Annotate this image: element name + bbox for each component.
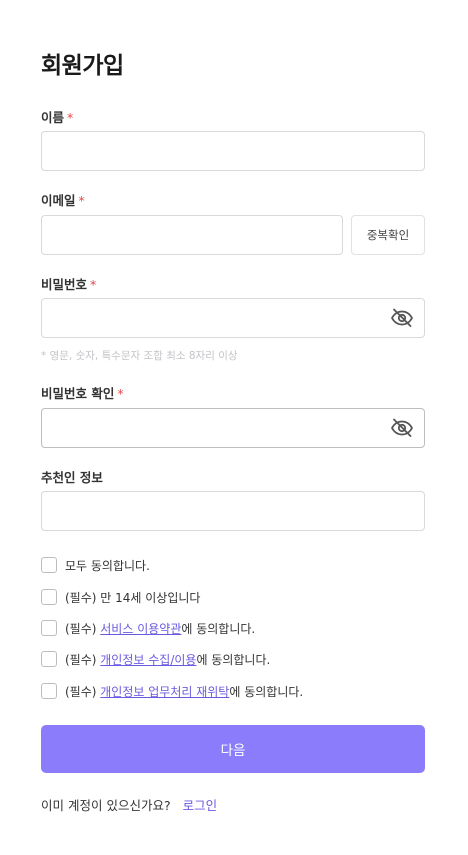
name-input[interactable] (41, 131, 425, 171)
password-confirm-label: 비밀번호 확인 * (41, 383, 124, 402)
agree-terms-suffix: 에 동의합니다. (181, 621, 256, 636)
password-hint: * 영문, 숫자, 특수문자 조합 최소 8자리 이상 (41, 350, 238, 362)
agree-age-row: (필수) 만 14세 이상입니다 (41, 588, 200, 606)
email-label-text: 이메일 (41, 193, 76, 208)
referral-label: 추천인 정보 (41, 467, 103, 486)
privacy-link[interactable]: 개인정보 수집/이용 (100, 651, 196, 668)
agree-age-checkbox[interactable] (41, 589, 57, 605)
agree-privacy-checkbox[interactable] (41, 651, 57, 667)
agree-privacy-prefix: (필수) (65, 652, 101, 667)
agree-terms-checkbox[interactable] (41, 620, 57, 636)
signup-page: 회원가입 이름 * 이메일 * 중복확인 비밀번호 * * 영문, 숫자, 특수문자 … (0, 0, 468, 855)
password-label: 비밀번호 * (41, 274, 96, 293)
agree-outsourcing-suffix: 에 동의합니다. (229, 684, 304, 699)
login-question: 이미 계정이 있으신가요? (41, 798, 171, 813)
agree-privacy-row: (필수) 개인정보 수집/이용 에 동의합니다. (41, 650, 270, 668)
email-label: 이메일 * (41, 190, 85, 209)
page-title: 회원가입 (41, 53, 124, 79)
eye-off-icon[interactable] (390, 416, 414, 440)
login-link[interactable]: 로그인 (183, 795, 218, 814)
referral-label-text: 추천인 정보 (41, 470, 103, 485)
next-button[interactable]: 다음 (41, 725, 425, 773)
password-confirm-label-text: 비밀번호 확인 (41, 386, 115, 401)
password-confirm-input[interactable] (41, 408, 425, 448)
agree-outsourcing-checkbox[interactable] (41, 683, 57, 699)
email-input[interactable] (41, 215, 343, 255)
name-label-text: 이름 (41, 110, 65, 125)
eye-off-icon[interactable] (390, 306, 414, 330)
required-mark: * (78, 193, 85, 208)
agree-terms-prefix: (필수) (65, 621, 101, 636)
duplicate-check-button[interactable]: 중복확인 (351, 215, 425, 255)
required-mark: * (90, 277, 97, 292)
referral-input[interactable] (41, 491, 425, 531)
agree-terms-row: (필수) 서비스 이용약관 에 동의합니다. (41, 619, 255, 637)
required-mark: * (117, 386, 124, 401)
login-prompt: 이미 계정이 있으신가요? 로그인 (41, 795, 217, 814)
password-input[interactable] (41, 298, 425, 338)
agree-all-text: 모두 동의합니다. (65, 558, 150, 573)
required-mark: * (67, 110, 74, 125)
agree-privacy-suffix: 에 동의합니다. (196, 652, 271, 667)
terms-link[interactable]: 서비스 이용약관 (100, 620, 181, 637)
agree-outsourcing-prefix: (필수) (65, 684, 101, 699)
name-label: 이름 * (41, 107, 73, 126)
outsourcing-link[interactable]: 개인정보 업무처리 재위탁 (100, 683, 229, 700)
password-label-text: 비밀번호 (41, 277, 88, 292)
agree-age-text: (필수) 만 14세 이상입니다 (65, 590, 201, 605)
agree-all-row: 모두 동의합니다. (41, 556, 150, 574)
agree-outsourcing-row: (필수) 개인정보 업무처리 재위탁 에 동의합니다. (41, 682, 303, 700)
agree-all-checkbox[interactable] (41, 557, 57, 573)
